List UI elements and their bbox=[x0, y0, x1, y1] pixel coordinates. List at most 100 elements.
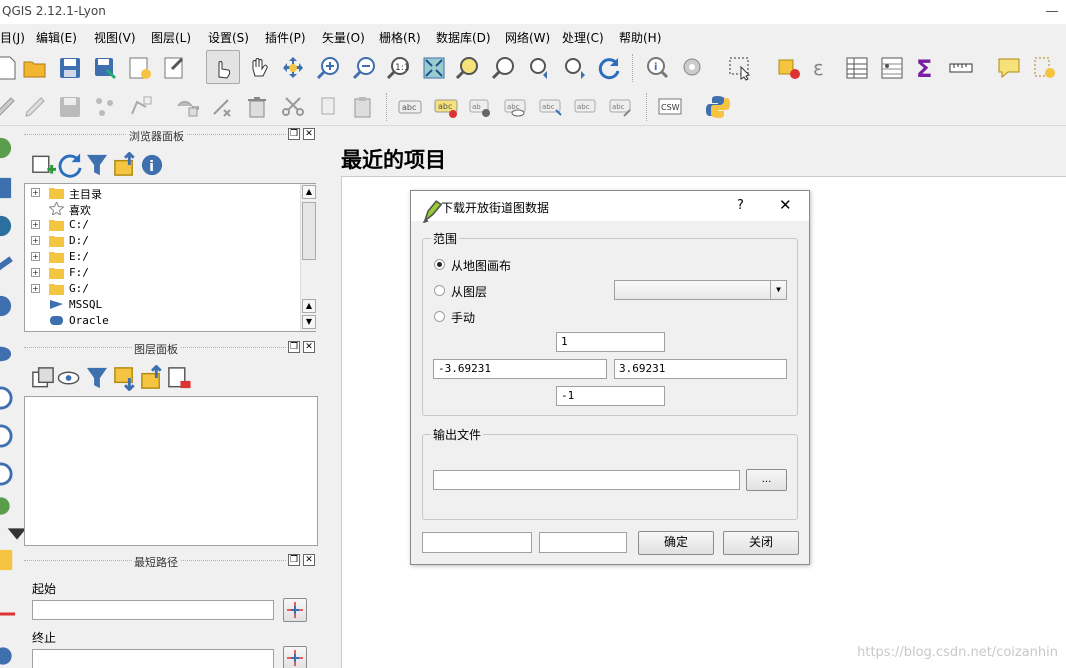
layer-select[interactable]: ▼ bbox=[614, 280, 787, 300]
menu-layer[interactable]: 图层(L) bbox=[151, 29, 191, 46]
close-panel-button[interactable]: ✕ bbox=[303, 128, 315, 140]
save-as-icon[interactable] bbox=[92, 55, 118, 81]
from-canvas-radio[interactable] bbox=[434, 259, 445, 270]
expand-all-icon[interactable] bbox=[112, 365, 135, 391]
pin-labels-icon[interactable]: ab bbox=[468, 94, 494, 120]
expand-icon[interactable]: + bbox=[31, 236, 40, 245]
zoom-to-layer-icon[interactable] bbox=[491, 55, 517, 81]
menu-vector[interactable]: 矢量(O) bbox=[322, 29, 365, 46]
add-postgis-layer-icon[interactable] bbox=[0, 213, 12, 237]
expand-icon[interactable]: + bbox=[31, 252, 40, 261]
close-panel-button[interactable]: ✕ bbox=[303, 341, 315, 353]
zoom-to-selection-icon[interactable] bbox=[455, 55, 481, 81]
west-input[interactable]: -3.69231 bbox=[433, 359, 607, 379]
menu-processing[interactable]: 处理(C) bbox=[562, 29, 604, 46]
zoom-full-icon[interactable] bbox=[421, 55, 447, 81]
paste-features-icon[interactable] bbox=[350, 94, 376, 120]
browse-button[interactable]: ... bbox=[746, 469, 787, 491]
refresh-browser-icon[interactable] bbox=[57, 152, 82, 178]
add-virtual-layer-icon[interactable] bbox=[0, 643, 12, 665]
expand-icon[interactable]: + bbox=[31, 268, 40, 277]
new-bookmark-icon[interactable] bbox=[1032, 55, 1058, 81]
menu-plugins[interactable]: 插件(P) bbox=[265, 29, 306, 46]
add-wcs-layer-icon[interactable] bbox=[0, 423, 13, 448]
collapse-all-icon[interactable] bbox=[139, 365, 162, 389]
from-layer-radio[interactable] bbox=[434, 285, 445, 296]
rotate-label-icon[interactable]: abc bbox=[573, 94, 599, 120]
field-calculator-icon[interactable] bbox=[879, 55, 905, 81]
copy-features-icon[interactable] bbox=[315, 94, 341, 120]
add-delimited-text-layer-icon[interactable] bbox=[0, 493, 10, 515]
add-selected-layers-icon[interactable] bbox=[30, 152, 56, 174]
zoom-next-icon[interactable] bbox=[561, 55, 587, 81]
attribute-table-icon[interactable] bbox=[844, 55, 870, 81]
cut-features-icon[interactable] bbox=[280, 94, 306, 120]
identify-features-icon[interactable]: i bbox=[644, 55, 670, 81]
manage-map-themes-icon[interactable] bbox=[57, 365, 80, 385]
add-raster-layer-icon[interactable] bbox=[0, 175, 12, 199]
close-panel-button[interactable]: ✕ bbox=[303, 554, 315, 566]
open-project-icon[interactable] bbox=[22, 55, 48, 81]
manual-radio[interactable] bbox=[434, 311, 445, 322]
zoom-in-icon[interactable] bbox=[316, 55, 342, 81]
filter-browser-icon[interactable] bbox=[84, 152, 108, 176]
minimize-button[interactable] bbox=[1046, 11, 1058, 12]
menu-project[interactable]: 目(J) bbox=[0, 29, 25, 46]
zoom-native-resolution-icon[interactable]: 1:1 bbox=[386, 55, 412, 81]
menu-raster[interactable]: 栅格(R) bbox=[379, 29, 421, 46]
menu-help[interactable]: 帮助(H) bbox=[619, 29, 661, 46]
float-panel-button[interactable]: ❐ bbox=[288, 554, 300, 566]
expression-select-icon[interactable]: ε bbox=[810, 55, 836, 81]
new-project-icon[interactable] bbox=[0, 55, 20, 81]
scroll-down-arrow-icon[interactable]: ▼ bbox=[302, 315, 316, 329]
run-feature-action-icon[interactable] bbox=[680, 55, 706, 81]
help-button[interactable]: ? bbox=[737, 198, 744, 213]
new-shapefile-icon[interactable] bbox=[0, 547, 13, 571]
scroll-up-arrow-icon[interactable]: ▲ bbox=[302, 299, 316, 313]
label-highlight-icon[interactable]: abc bbox=[433, 94, 459, 120]
chevron-down-icon[interactable]: ▼ bbox=[770, 281, 786, 299]
move-feature-icon[interactable] bbox=[128, 94, 154, 120]
float-panel-button[interactable]: ❐ bbox=[288, 341, 300, 353]
close-button[interactable]: 关闭 bbox=[723, 531, 799, 555]
capture-start-point-button[interactable] bbox=[283, 598, 307, 622]
zoom-last-icon[interactable] bbox=[526, 55, 552, 81]
save-project-icon[interactable] bbox=[57, 55, 83, 81]
menu-settings[interactable]: 设置(S) bbox=[208, 29, 249, 46]
show-hide-labels-icon[interactable]: abc bbox=[503, 94, 529, 120]
delete-selected-icon[interactable] bbox=[210, 94, 236, 120]
info-icon[interactable]: i bbox=[139, 152, 163, 176]
save-layer-edits-icon[interactable] bbox=[57, 94, 83, 120]
end-point-field[interactable] bbox=[32, 649, 274, 668]
add-gpx-layer-icon[interactable] bbox=[0, 601, 16, 619]
scroll-up-arrow-icon[interactable]: ▲ bbox=[302, 185, 316, 199]
layers-tree[interactable] bbox=[24, 396, 318, 546]
trash-icon[interactable] bbox=[244, 94, 270, 120]
pan-map-icon[interactable] bbox=[246, 55, 272, 81]
output-file-input[interactable] bbox=[433, 470, 740, 490]
menu-database[interactable]: 数据库(D) bbox=[436, 29, 491, 46]
more-layers-chevron-icon[interactable] bbox=[4, 521, 27, 540]
south-input[interactable]: -1 bbox=[556, 386, 665, 406]
add-oracle-layer-icon[interactable] bbox=[0, 341, 12, 362]
pan-to-selection-icon[interactable] bbox=[280, 55, 306, 81]
node-tool-icon[interactable] bbox=[175, 94, 201, 120]
float-panel-button[interactable]: ❐ bbox=[288, 128, 300, 140]
add-mssql-layer-icon[interactable] bbox=[0, 293, 12, 317]
expand-icon[interactable]: + bbox=[31, 284, 40, 293]
add-spatialite-layer-icon[interactable] bbox=[0, 253, 13, 271]
east-input[interactable]: 3.69231 bbox=[614, 359, 787, 379]
map-tips-icon[interactable] bbox=[996, 55, 1022, 81]
start-point-field[interactable] bbox=[32, 600, 274, 620]
current-edits-icon[interactable] bbox=[0, 94, 18, 120]
remove-layer-icon[interactable] bbox=[166, 365, 191, 389]
measure-line-icon[interactable] bbox=[948, 55, 974, 81]
toggle-editing-icon[interactable] bbox=[22, 94, 48, 120]
add-feature-icon[interactable] bbox=[92, 94, 118, 120]
collapse-all-icon[interactable] bbox=[112, 152, 135, 176]
csw-client-icon[interactable]: CSW bbox=[657, 94, 683, 120]
touch-zoom-pan-icon[interactable] bbox=[210, 55, 236, 81]
from-canvas-label[interactable]: 从地图画布 bbox=[451, 257, 511, 274]
deselect-features-icon[interactable] bbox=[776, 55, 802, 81]
ok-button[interactable]: 确定 bbox=[638, 531, 714, 555]
